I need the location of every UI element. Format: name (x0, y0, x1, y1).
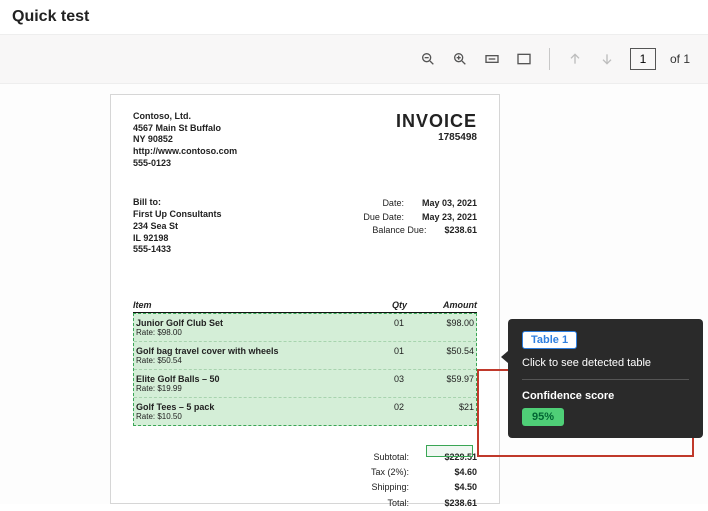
item-amount: $50.54 (404, 346, 474, 365)
item-amount: $21 (404, 402, 474, 421)
item-name: Golf bag travel cover with wheels (136, 346, 344, 356)
total-value: $238.61 (423, 496, 477, 511)
item-rate: Rate: $98.00 (136, 328, 344, 337)
viewer-toolbar: 1 of 1 (0, 34, 708, 84)
item-qty: 01 (344, 318, 404, 337)
sender-address: Contoso, Ltd. 4567 Main St Buffalo NY 90… (133, 111, 237, 169)
billto-street: 234 Sea St (133, 221, 222, 233)
item-qty: 02 (344, 402, 404, 421)
table-row: Elite Golf Balls – 50Rate: $19.99 03 $59… (134, 370, 476, 398)
sender-website: http://www.contoso.com (133, 146, 237, 158)
balance-label: Balance Due: (346, 224, 426, 238)
billto-label: Bill to: (133, 197, 222, 209)
item-rate: Rate: $19.99 (136, 384, 344, 393)
table-row: Junior Golf Club SetRate: $98.00 01 $98.… (134, 314, 476, 342)
totals-block: Subtotal: $229.51 Tax (2%): $4.60 Shipping… (133, 450, 477, 511)
item-name: Elite Golf Balls – 50 (136, 374, 344, 384)
dates-block: Date:May 03, 2021 Due Date:May 23, 2021 … (324, 197, 477, 255)
confidence-badge: 95% (522, 408, 564, 426)
detected-table-highlight[interactable]: Junior Golf Club SetRate: $98.00 01 $98.… (133, 313, 477, 426)
item-qty: 03 (344, 374, 404, 393)
date-value: May 03, 2021 (422, 198, 477, 208)
invoice-title-text: INVOICE (396, 111, 477, 132)
shipping-label: Shipping: (329, 480, 409, 495)
item-rate: Rate: $50.54 (136, 356, 344, 365)
due-date-label: Due Date: (324, 211, 404, 225)
invoice-document[interactable]: Contoso, Ltd. 4567 Main St Buffalo NY 90… (110, 94, 500, 504)
item-rate: Rate: $10.50 (136, 412, 344, 421)
subtotal-value: $229.51 (423, 450, 477, 465)
sender-citystate: NY 90852 (133, 134, 237, 146)
billto-phone: 555-1433 (133, 244, 222, 256)
toolbar-separator (549, 48, 550, 70)
billto-name: First Up Consultants (133, 209, 222, 221)
table-badge[interactable]: Table 1 (522, 331, 577, 349)
tax-value: $4.60 (423, 465, 477, 480)
confidence-label: Confidence score (522, 390, 689, 402)
sender-name: Contoso, Ltd. (133, 111, 237, 123)
shipping-value: $4.50 (423, 480, 477, 495)
sender-phone: 555-0123 (133, 158, 237, 170)
fit-width-icon[interactable] (483, 50, 501, 68)
billto-block: Bill to: First Up Consultants 234 Sea St… (133, 197, 222, 255)
col-amount-header: Amount (407, 300, 477, 310)
billto-citystate: IL 92198 (133, 233, 222, 245)
item-name: Golf Tees – 5 pack (136, 402, 344, 412)
tax-label: Tax (2%): (329, 465, 409, 480)
col-qty-header: Qty (347, 300, 407, 310)
document-canvas: Contoso, Ltd. 4567 Main St Buffalo NY 90… (0, 84, 708, 504)
col-item-header: Item (133, 300, 347, 310)
page-title: Quick test (0, 0, 708, 34)
page-total-label: of 1 (670, 52, 690, 66)
table-row: Golf Tees – 5 packRate: $10.50 02 $21 (134, 398, 476, 425)
total-label: Total: (329, 496, 409, 511)
balance-value: $238.61 (444, 225, 477, 235)
item-name: Junior Golf Club Set (136, 318, 344, 328)
item-amount: $98.00 (404, 318, 474, 337)
due-date-value: May 23, 2021 (422, 212, 477, 222)
sender-street: 4567 Main St Buffalo (133, 123, 237, 135)
fullscreen-icon[interactable] (515, 50, 533, 68)
prev-page-icon (566, 50, 584, 68)
invoice-number: 1785498 (396, 132, 477, 143)
confidence-tooltip[interactable]: Table 1 Click to see detected table Conf… (508, 319, 703, 438)
date-label: Date: (324, 197, 404, 211)
tooltip-hint: Click to see detected table (522, 357, 689, 369)
line-items-table: Item Qty Amount Junior Golf Club SetRate… (133, 300, 477, 426)
invoice-heading: INVOICE 1785498 (396, 111, 477, 169)
item-qty: 01 (344, 346, 404, 365)
zoom-in-icon[interactable] (451, 50, 469, 68)
next-page-icon (598, 50, 616, 68)
tooltip-divider (522, 379, 689, 380)
page-number-input[interactable]: 1 (630, 48, 656, 70)
item-amount: $59.97 (404, 374, 474, 393)
table-row: Golf bag travel cover with wheelsRate: $… (134, 342, 476, 370)
zoom-out-icon[interactable] (419, 50, 437, 68)
subtotal-label: Subtotal: (329, 450, 409, 465)
